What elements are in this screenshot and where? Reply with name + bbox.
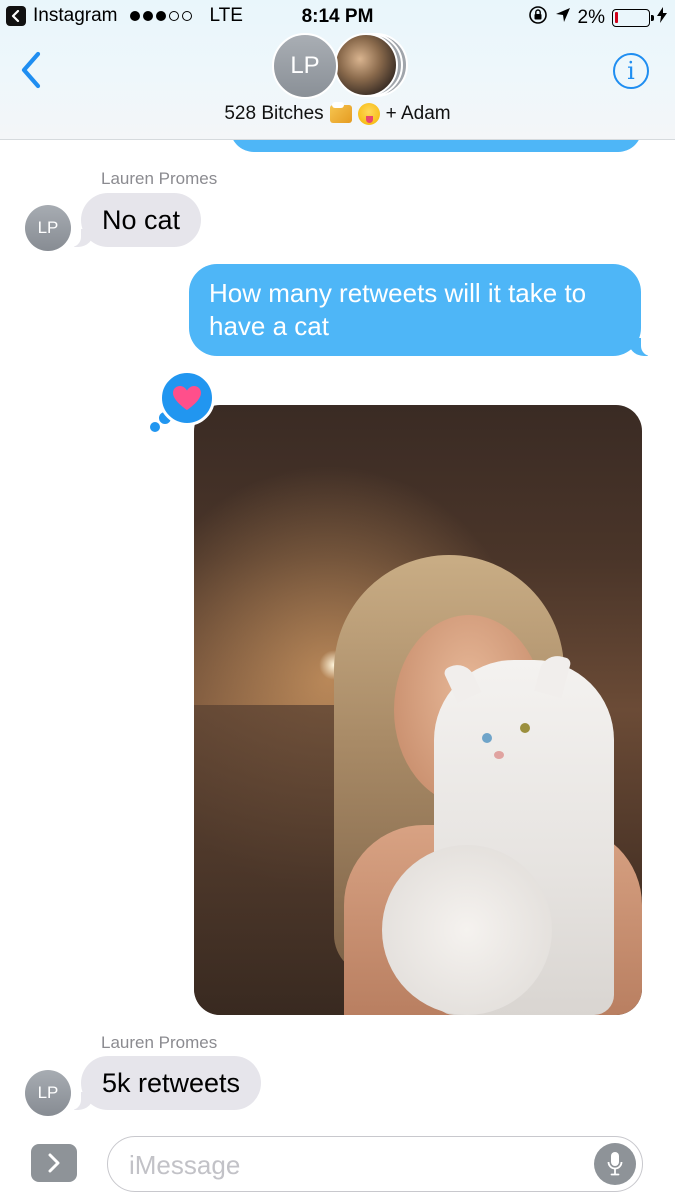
group-avatar-photo	[334, 33, 398, 97]
chevron-right-icon	[48, 1153, 60, 1173]
info-button[interactable]: i	[613, 53, 649, 89]
chevron-left-icon	[21, 51, 41, 89]
photo-message[interactable]	[194, 405, 642, 1015]
photo-cat-nose	[494, 751, 504, 759]
heart-tapback	[159, 370, 215, 426]
message-composer: iMessage	[0, 1125, 675, 1200]
message-text: No cat	[102, 205, 181, 235]
charging-bolt-icon	[657, 7, 667, 29]
conversation-header: Instagram LTE 8:14 PM 2% LP 528 Bitches …	[0, 0, 675, 140]
tapback-reaction[interactable]	[150, 370, 216, 436]
sender-name: Lauren Promes	[101, 169, 218, 188]
beer-emoji-icon	[329, 102, 352, 123]
status-right: 2%	[528, 5, 667, 31]
heart-icon	[173, 386, 201, 410]
group-avatars[interactable]: LP	[272, 33, 412, 99]
group-name[interactable]: 528 Bitches + Adam	[0, 102, 675, 125]
battery-icon	[612, 9, 654, 27]
app-drawer-button[interactable]	[31, 1144, 77, 1182]
incoming-message-bubble[interactable]: 5k retweets	[70, 1056, 262, 1110]
message-text: 5k retweets	[102, 1068, 241, 1098]
imessage-input[interactable]: iMessage	[107, 1136, 643, 1192]
incoming-message-bubble[interactable]: No cat	[70, 193, 202, 247]
location-arrow-icon	[555, 7, 571, 29]
avatar[interactable]: LP	[25, 1070, 71, 1116]
orientation-lock-icon	[528, 5, 548, 31]
avatar[interactable]: LP	[25, 205, 71, 251]
outgoing-message-bubble[interactable]: How many retweets will it take to have a…	[189, 264, 651, 356]
group-name-suffix: + Adam	[385, 103, 451, 124]
sender-name: Lauren Promes	[101, 1033, 218, 1052]
group-name-text: 528 Bitches	[224, 103, 324, 124]
input-placeholder: iMessage	[129, 1150, 241, 1180]
tongue-face-emoji-icon	[357, 103, 380, 125]
photo-background-wall	[194, 705, 344, 1015]
battery-percent: 2%	[577, 7, 605, 28]
microphone-icon	[607, 1152, 623, 1176]
message-text: How many retweets will it take to have a…	[209, 278, 587, 341]
photo-cat-eye-right	[520, 723, 530, 733]
photo-cat-eye-left	[482, 733, 492, 743]
dictation-button[interactable]	[594, 1143, 636, 1185]
status-bar: Instagram LTE 8:14 PM 2%	[0, 0, 675, 34]
back-button[interactable]	[16, 50, 46, 90]
photo-cat-body	[382, 845, 552, 1015]
group-avatar-lp: LP	[272, 33, 338, 99]
